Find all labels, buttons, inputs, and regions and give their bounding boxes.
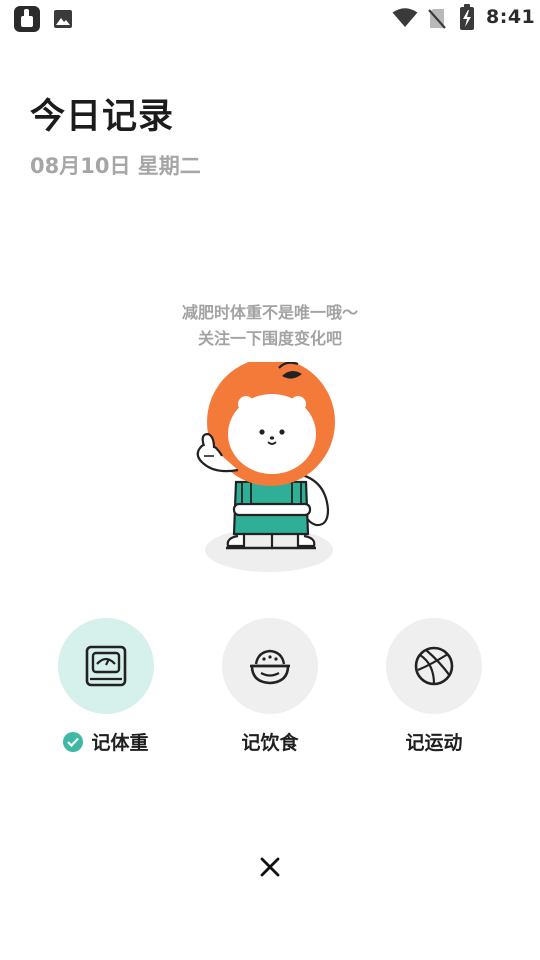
weight-label: 记体重 xyxy=(91,732,149,754)
exercise-label-row: 记运动 xyxy=(359,728,509,755)
exercise-label: 记运动 xyxy=(405,732,463,754)
page-title: 今日记录 xyxy=(30,97,175,137)
diet-label-row: 记饮食 xyxy=(195,728,345,755)
diet-button[interactable] xyxy=(222,618,318,714)
close-icon xyxy=(260,857,280,877)
action-weight[interactable]: 记体重 xyxy=(31,618,181,758)
action-diet[interactable]: 记饮食 xyxy=(195,618,345,758)
app-notification-icon xyxy=(14,6,40,32)
battery-charging-icon xyxy=(460,4,474,30)
exercise-button[interactable] xyxy=(386,618,482,714)
weight-button[interactable] xyxy=(58,618,154,714)
tip-line-2: 关注一下围度变化吧 xyxy=(197,329,342,348)
diet-label: 记饮食 xyxy=(241,732,299,754)
scale-icon xyxy=(85,645,127,687)
basketball-icon xyxy=(414,646,454,686)
mascot-illustration xyxy=(186,358,346,577)
page-date: 08月10日 星期二 xyxy=(30,154,201,178)
action-exercise[interactable]: 记运动 xyxy=(359,618,509,758)
image-icon xyxy=(53,9,73,29)
status-time: 8:41 xyxy=(486,6,536,28)
status-bar: 8:41 xyxy=(0,0,540,38)
weight-label-row: 记体重 xyxy=(31,728,181,755)
close-button[interactable] xyxy=(256,853,284,881)
tip-text: 减肥时体重不是唯一哦～ 关注一下围度变化吧 xyxy=(0,300,540,352)
check-icon xyxy=(63,732,84,752)
tip-line-1: 减肥时体重不是唯一哦～ xyxy=(181,303,358,322)
wifi-icon xyxy=(392,8,418,28)
rice-bowl-icon xyxy=(250,649,290,685)
no-sim-icon xyxy=(428,8,446,29)
